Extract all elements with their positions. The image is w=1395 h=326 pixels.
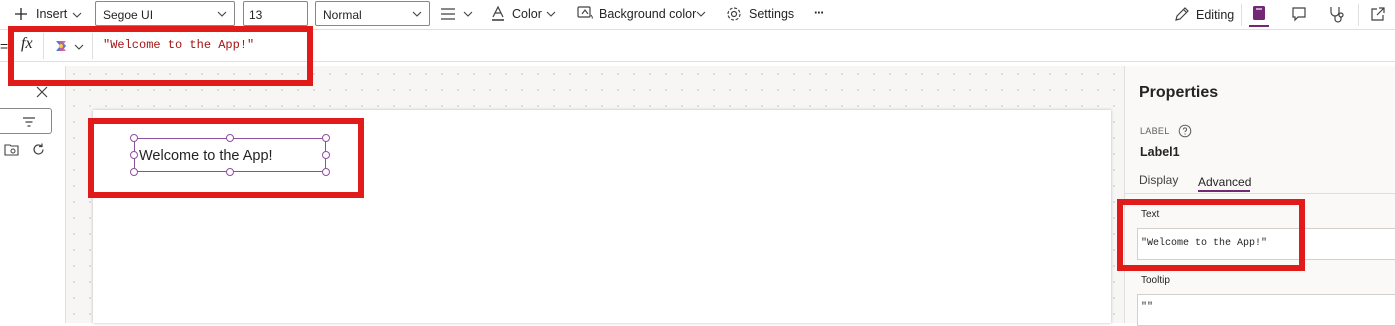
close-icon[interactable] — [36, 86, 48, 98]
chevron-down-icon — [72, 12, 82, 18]
tooltip-field-value: "" — [1141, 302, 1154, 313]
find-screen-icon[interactable] — [4, 142, 20, 157]
tooltip-field-input[interactable]: "" — [1137, 294, 1395, 326]
help-icon[interactable] — [1178, 124, 1192, 138]
properties-panel: Properties LABEL Label1 Display Advanced… — [1124, 66, 1395, 326]
more-options-button[interactable]: ··· — [814, 6, 824, 20]
active-tab-indicator — [1198, 190, 1250, 192]
chevron-down-icon — [546, 11, 556, 17]
highlight-box-formula — [8, 26, 313, 86]
tab-advanced-label: Advanced — [1198, 175, 1252, 189]
properties-title: Properties — [1139, 84, 1219, 101]
chevron-down-icon — [412, 11, 422, 17]
font-weight-dropdown[interactable]: Normal — [315, 1, 430, 26]
font-family-value: Segoe UI — [103, 8, 154, 22]
font-size-value: 13 — [249, 8, 263, 22]
editing-label: Editing — [1196, 8, 1235, 22]
control-type-label: LABEL — [1140, 122, 1192, 138]
font-size-input[interactable]: 13 — [243, 1, 308, 26]
comment-icon[interactable] — [1291, 6, 1307, 22]
refresh-icon[interactable] — [31, 142, 46, 157]
pencil-icon — [1175, 7, 1189, 21]
equals-sign: = — [0, 38, 9, 54]
share-icon[interactable] — [1370, 6, 1386, 22]
highlight-box-canvas-label — [88, 118, 364, 198]
tree-view-panel — [0, 66, 66, 323]
active-indicator — [1249, 25, 1269, 27]
insert-label: Insert — [36, 7, 68, 21]
font-color-icon — [492, 5, 504, 21]
editing-mode-button[interactable]: Editing — [1172, 3, 1236, 25]
filter-icon[interactable] — [22, 116, 36, 128]
font-family-dropdown[interactable]: Segoe UI — [95, 1, 235, 26]
plus-icon — [15, 8, 27, 20]
settings-label: Settings — [749, 7, 795, 21]
control-type-text: LABEL — [1140, 125, 1170, 136]
settings-button[interactable]: Settings — [724, 3, 796, 25]
toolbar-divider — [1358, 4, 1359, 26]
stethoscope-icon[interactable] — [1328, 6, 1346, 24]
tab-display[interactable]: Display — [1139, 173, 1178, 187]
chevron-down-icon — [463, 11, 473, 17]
tab-advanced[interactable]: Advanced — [1198, 173, 1251, 193]
color-button[interactable]: Color — [488, 3, 560, 25]
font-weight-value: Normal — [323, 8, 362, 22]
gear-icon — [727, 7, 741, 21]
text-align-button[interactable] — [438, 3, 478, 25]
fill-color-icon — [577, 6, 593, 19]
chevron-down-icon — [217, 11, 227, 17]
search-box[interactable] — [0, 108, 52, 134]
book-icon — [1253, 6, 1265, 20]
insert-button[interactable]: Insert — [10, 2, 88, 26]
background-color-label: Background color — [599, 7, 697, 21]
background-color-button[interactable]: Background color — [575, 3, 710, 25]
align-icon — [441, 8, 455, 20]
color-label: Color — [512, 7, 542, 21]
chevron-down-icon — [696, 11, 706, 17]
toolbar-divider — [1241, 4, 1242, 26]
tab-divider — [1125, 193, 1395, 194]
tooltip-field-label: Tooltip — [1141, 275, 1170, 286]
control-name: Label1 — [1140, 145, 1180, 159]
tree-view-button[interactable] — [1248, 2, 1270, 28]
highlight-box-text-property — [1117, 199, 1305, 271]
